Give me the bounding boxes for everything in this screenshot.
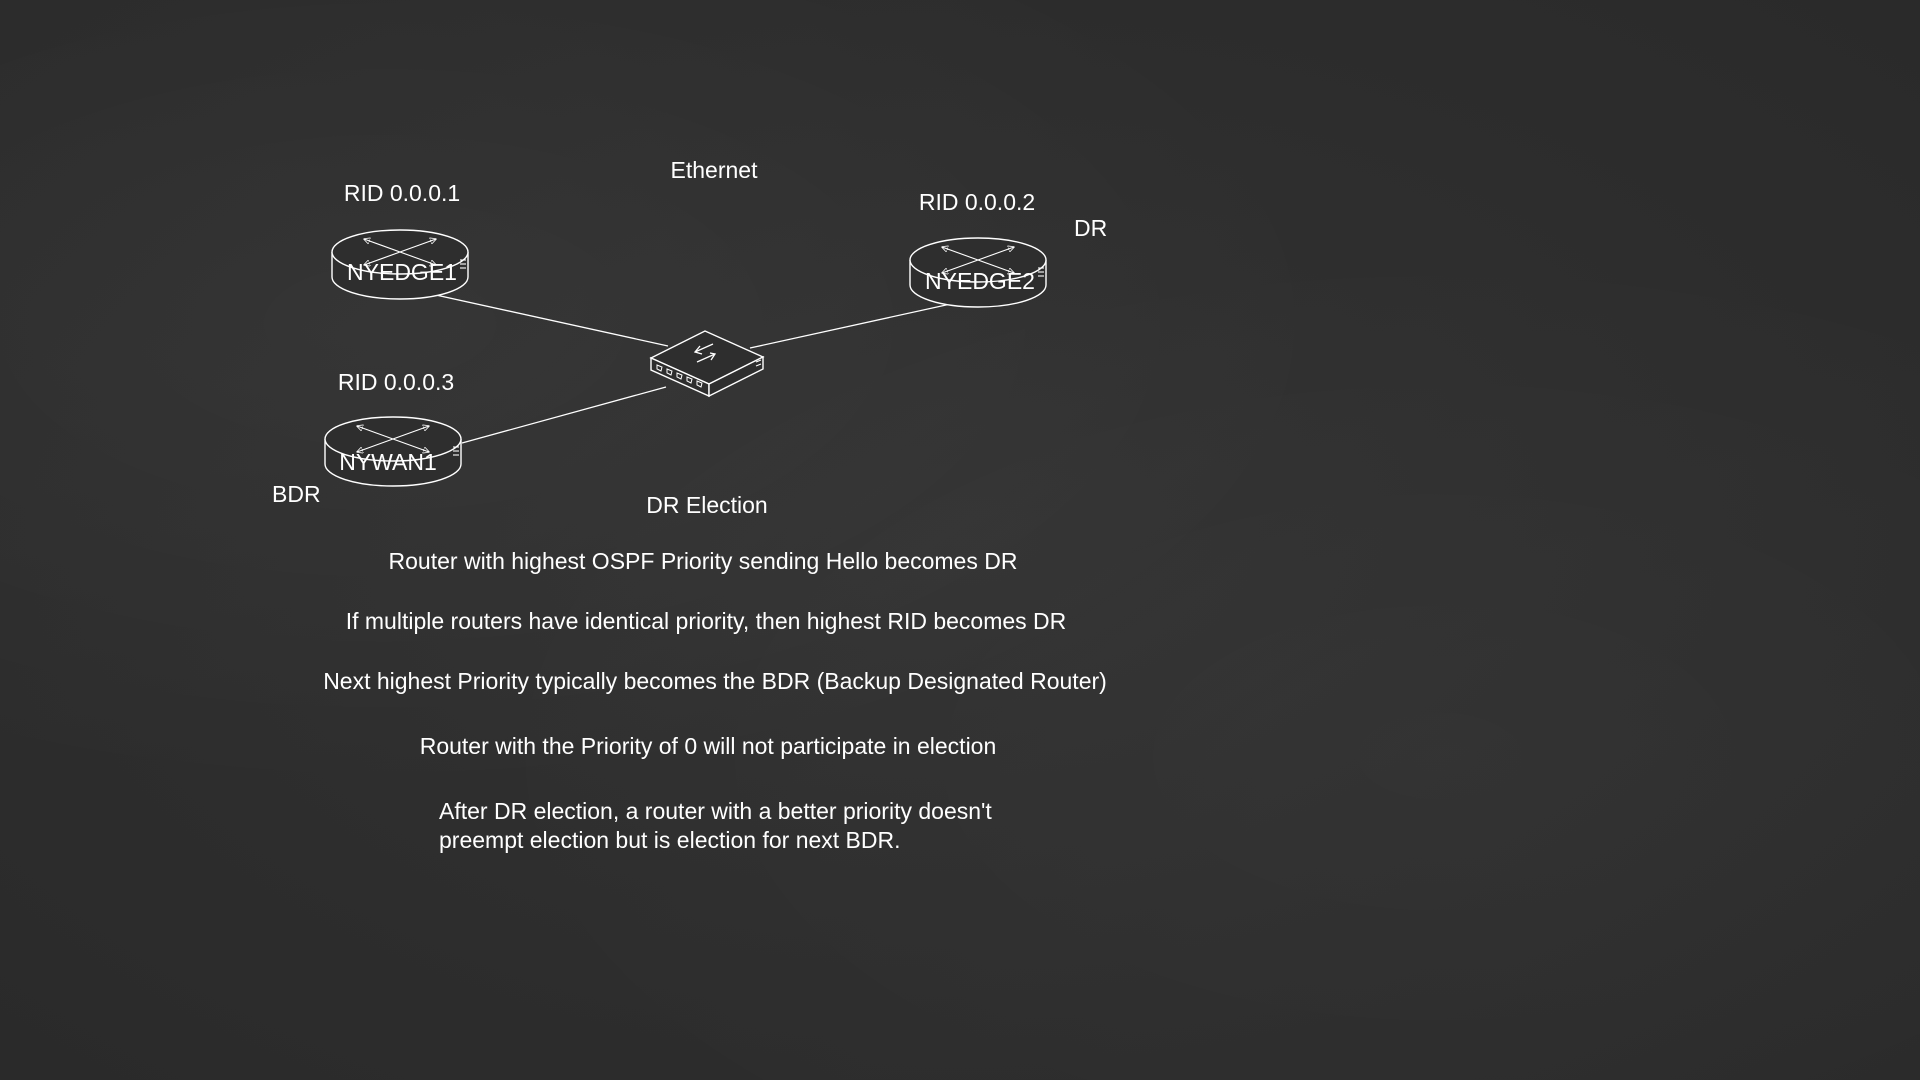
link-nyedge1-switch (403, 287, 669, 347)
router-name-label: NYEDGE2 (925, 268, 1035, 294)
router-rid-label: RID 0.0.0.2 (918, 189, 1036, 215)
router-name-label: NYWAN1 (339, 449, 437, 475)
dr-role-label: DR (1074, 215, 1108, 241)
router-name-label: NYEDGE1 (347, 259, 457, 285)
section-title: DR Election (646, 492, 768, 518)
topology-diagram (324, 229, 1047, 487)
rule-text: If multiple routers have identical prior… (345, 608, 1067, 634)
rule-text: Router with highest OSPF Priority sendin… (388, 548, 1018, 574)
link-nywan1-switch (461, 386, 667, 444)
rule-text: After DR election, a router with a bette… (439, 798, 992, 853)
bdr-role-label: BDR (272, 481, 321, 507)
rule-text: Next highest Priority typically becomes … (323, 668, 1107, 694)
ethernet-label: Ethernet (670, 157, 758, 183)
switch-icon (649, 330, 765, 398)
router-rid-label: RID 0.0.0.1 (343, 180, 461, 206)
router-rid-label: RID 0.0.0.3 (337, 369, 455, 395)
link-nyedge2-switch (749, 297, 979, 349)
slide-canvas: Ethernet RID 0.0.0.1 NYEDGE1 RID 0.0.0.2… (0, 0, 1920, 1080)
rule-text: Router with the Priority of 0 will not p… (419, 733, 997, 759)
